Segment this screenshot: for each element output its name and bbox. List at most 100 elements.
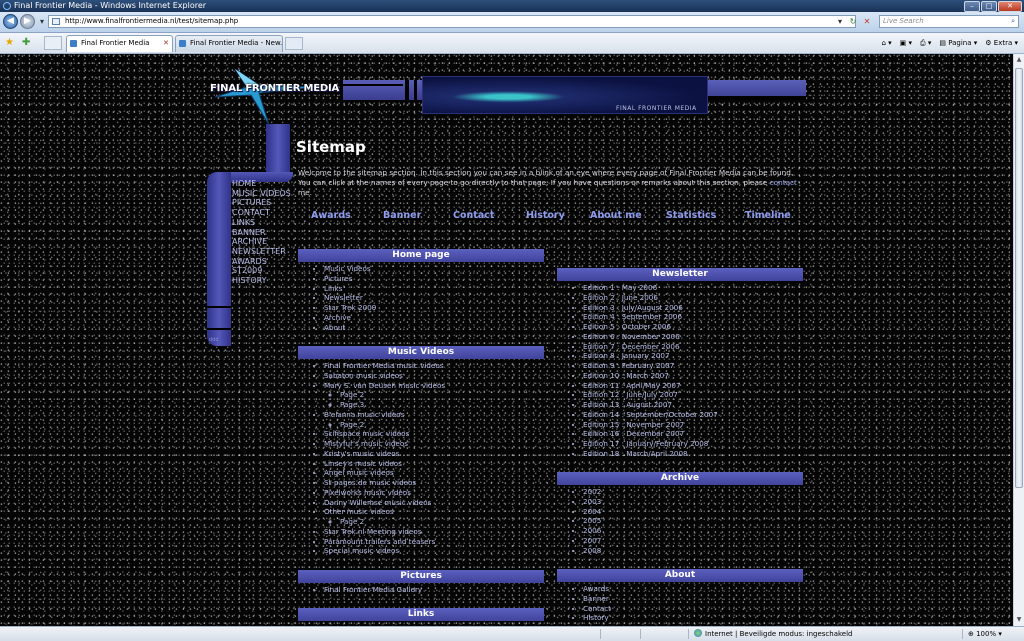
list-item[interactable]: About xyxy=(324,323,376,333)
close-window-button[interactable]: ✕ xyxy=(998,1,1022,12)
list-item[interactable]: Archive xyxy=(324,313,376,323)
list-item[interactable]: 2004 xyxy=(583,507,601,517)
contact-link[interactable]: contact xyxy=(770,178,797,187)
list-item[interactable]: Edition 9 : February 2007 xyxy=(583,361,718,371)
add-favorites-icon[interactable]: ✚ xyxy=(22,37,30,49)
search-icon[interactable]: ⌕ xyxy=(1011,16,1015,27)
sidebar-item-newsletter[interactable]: NEWSLETTER xyxy=(232,247,291,257)
list-item[interactable]: Other music videos xyxy=(324,507,445,517)
list-item[interactable]: Edition 3 : July/August 2006 xyxy=(583,303,718,313)
list-item[interactable]: Banner xyxy=(583,594,611,604)
list-item[interactable]: Final Frontier Media music videos xyxy=(324,361,445,371)
refresh-icon[interactable]: ↻ xyxy=(847,15,859,28)
tab-final-frontier-media[interactable]: Final Frontier Media ✕ xyxy=(66,35,173,52)
list-item[interactable]: Final Frontier Media Gallery xyxy=(324,585,422,595)
sidebar-item-banner[interactable]: BANNER xyxy=(232,228,291,238)
new-tab-button[interactable] xyxy=(285,37,303,50)
zoom-control[interactable]: ⊕ 100% ▾ xyxy=(968,627,1002,641)
sub-list-item[interactable]: Page 3 xyxy=(340,400,445,410)
list-item[interactable]: Edition 6 : November 2006 xyxy=(583,332,718,342)
sidebar-item-pictures[interactable]: PICTURES xyxy=(232,198,291,208)
list-item[interactable]: Scifispace music videos xyxy=(324,429,445,439)
sidebar-item-contact[interactable]: CONTACT xyxy=(232,208,291,218)
list-item[interactable]: 2006 xyxy=(583,526,601,536)
list-item[interactable]: Edition 16 : December 2007 xyxy=(583,429,718,439)
nav-link-banner[interactable]: Banner xyxy=(383,210,453,221)
list-item[interactable]: Mistyfur's music videos xyxy=(324,439,445,449)
scroll-down-icon[interactable]: ▼ xyxy=(1015,615,1023,625)
sidebar-item-archive[interactable]: ARCHIVE xyxy=(232,237,291,247)
tab-final-frontier-media-news[interactable]: Final Frontier Media - New... xyxy=(175,35,283,52)
list-item[interactable]: Edition 14 : September/October 2007 xyxy=(583,410,718,420)
list-item[interactable]: Special music videos xyxy=(324,546,445,556)
sidebar-item-home[interactable]: HOME xyxy=(232,179,291,189)
list-item[interactable]: 2003 xyxy=(583,497,601,507)
list-item[interactable]: Mary S. van Deusen music videos xyxy=(324,381,445,391)
list-item[interactable]: History xyxy=(583,613,611,623)
nav-link-timeline[interactable]: Timeline xyxy=(745,210,791,221)
nav-link-history[interactable]: History xyxy=(526,210,590,221)
list-item[interactable]: Sabaton music videos xyxy=(324,371,445,381)
list-item[interactable]: St-pages.de music videos xyxy=(324,478,445,488)
print-icon[interactable]: ⎙ ▾ xyxy=(920,39,931,48)
history-dropdown-icon[interactable]: ▾ xyxy=(36,15,48,28)
list-item[interactable]: Edition 4 : September 2006 xyxy=(583,312,718,322)
list-item[interactable]: Pictures xyxy=(324,274,376,284)
forward-button[interactable]: ▶ xyxy=(20,14,35,29)
scrollbar-thumb[interactable] xyxy=(1015,68,1023,488)
back-button[interactable]: ◀ xyxy=(3,14,18,29)
list-item[interactable]: Newsletter xyxy=(324,293,376,303)
sub-list-item[interactable]: Page 2 xyxy=(340,420,445,430)
maximize-button[interactable]: □ xyxy=(981,1,997,12)
list-item[interactable]: B'elanna music videos xyxy=(324,410,445,420)
list-item[interactable]: Awards xyxy=(583,584,611,594)
url-input[interactable]: http://www.finalfrontiermedia.nl/test/si… xyxy=(48,15,856,28)
list-item[interactable]: Star Trek 2009 xyxy=(324,303,376,313)
tools-menu[interactable]: ⚙ Extra ▾ xyxy=(985,39,1018,47)
nav-link-awards[interactable]: Awards xyxy=(311,210,383,221)
url-dropdown-icon[interactable]: ▾ xyxy=(834,15,846,28)
list-item[interactable]: Danny Willemse music videos xyxy=(324,498,445,508)
quick-tabs-icon[interactable] xyxy=(44,36,62,50)
page-menu[interactable]: ▤ Pagina ▾ xyxy=(939,39,977,47)
search-input[interactable]: Live Search ⌕ xyxy=(879,15,1019,28)
nav-link-contact[interactable]: Contact xyxy=(453,210,526,221)
sidebar-item-st2009[interactable]: ST2009 xyxy=(232,266,291,276)
list-item[interactable]: Edition 13 : August 2007 xyxy=(583,400,718,410)
list-item[interactable]: 2007 xyxy=(583,536,601,546)
list-item[interactable]: Edition 10 : March 2007 xyxy=(583,371,718,381)
list-item[interactable]: Linsey's music videos xyxy=(324,459,445,469)
close-tab-icon[interactable]: ✕ xyxy=(163,36,169,51)
home-icon[interactable]: ⌂ ▾ xyxy=(881,39,891,47)
list-item[interactable]: 2002 xyxy=(583,487,601,497)
list-item[interactable]: Edition 2 : June 2006 xyxy=(583,293,718,303)
list-item[interactable]: Edition 17 : January/February 2008 xyxy=(583,439,718,449)
stop-icon[interactable]: ✕ xyxy=(861,15,873,28)
sidebar-item-awards[interactable]: AWARDS xyxy=(232,257,291,267)
list-item[interactable]: Edition 18 : March/April 2008 xyxy=(583,449,718,459)
minimize-button[interactable]: – xyxy=(964,1,980,12)
list-item[interactable]: Angel music videos xyxy=(324,468,445,478)
security-zone[interactable]: Internet | Beveiligde modus: ingeschakel… xyxy=(694,627,852,641)
favorites-star-icon[interactable]: ★ xyxy=(5,37,14,49)
vertical-scrollbar[interactable]: ▲ ▼ xyxy=(1013,54,1024,626)
list-item[interactable]: Pixelworks music videos xyxy=(324,488,445,498)
list-item[interactable]: 2005 xyxy=(583,516,601,526)
sidebar-item-links[interactable]: LINKS xyxy=(232,218,291,228)
list-item[interactable]: Music Videos xyxy=(324,264,376,274)
list-item[interactable]: Contact xyxy=(583,604,611,614)
list-item[interactable]: Edition 8 : January 2007 xyxy=(583,351,718,361)
list-item[interactable]: 2008 xyxy=(583,546,601,556)
site-logo[interactable]: FINAL FRONTIER MEDIA xyxy=(210,83,339,94)
nav-link-statistics[interactable]: Statistics xyxy=(666,210,745,221)
sidebar-item-music-videos[interactable]: MUSIC VIDEOS xyxy=(232,189,291,199)
list-item[interactable]: Links xyxy=(324,284,376,294)
list-item[interactable]: Edition 12 : June/July 2007 xyxy=(583,390,718,400)
list-item[interactable]: Star Trek.nl Meeting videos xyxy=(324,527,445,537)
feeds-icon[interactable]: ▣ ▾ xyxy=(900,39,912,47)
list-item[interactable]: Kristy's music videos xyxy=(324,449,445,459)
list-item[interactable]: Edition 7 : December 2006 xyxy=(583,342,718,352)
sub-list-item[interactable]: Page 2 xyxy=(340,390,445,400)
list-item[interactable]: Edition 1 : May 2006 xyxy=(583,283,718,293)
sidebar-item-history[interactable]: HISTORY xyxy=(232,276,291,286)
